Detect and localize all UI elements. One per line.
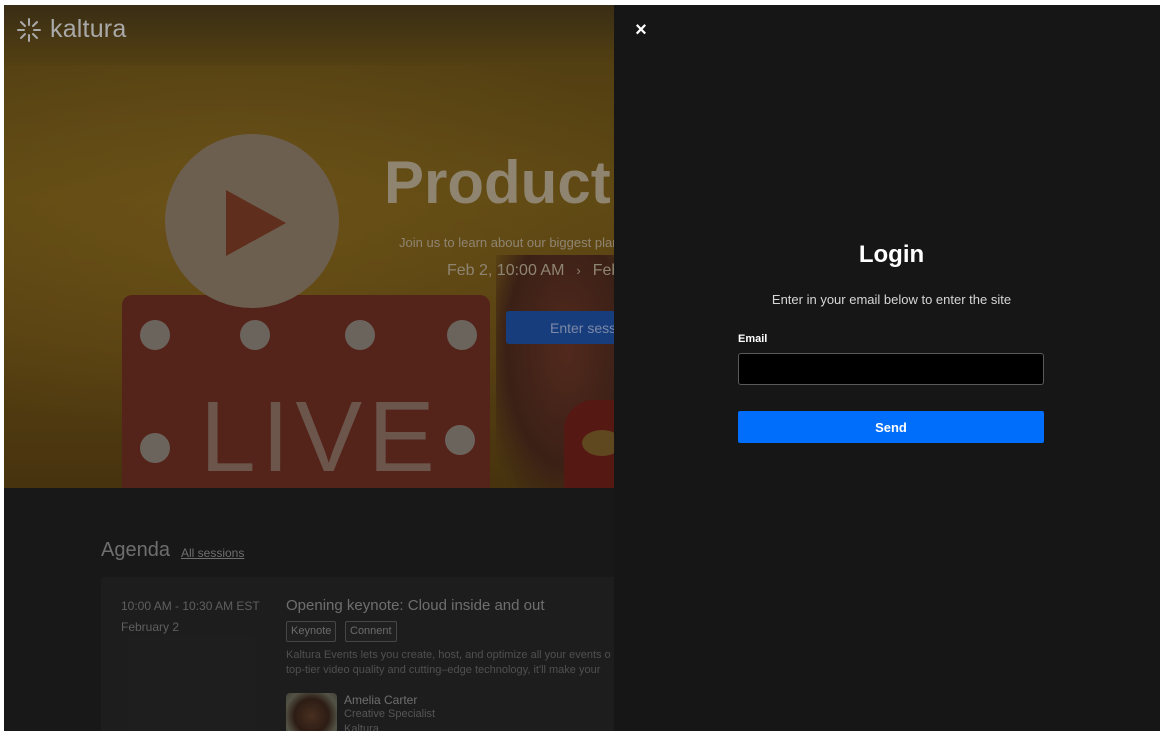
login-subtitle: Enter in your email below to enter the s… xyxy=(771,292,1012,307)
login-drawer: × Login Enter in your email below to ent… xyxy=(614,5,1160,731)
login-title: Login xyxy=(858,241,925,268)
send-button[interactable]: Send xyxy=(738,411,1044,443)
email-field[interactable] xyxy=(738,353,1044,385)
email-label: Email xyxy=(738,333,768,345)
app-frame: LIVE Product l Join us to learn about ou… xyxy=(4,5,1160,731)
close-icon[interactable]: × xyxy=(630,19,652,41)
modal-backdrop[interactable] xyxy=(4,5,614,731)
event-page: LIVE Product l Join us to learn about ou… xyxy=(4,5,614,731)
